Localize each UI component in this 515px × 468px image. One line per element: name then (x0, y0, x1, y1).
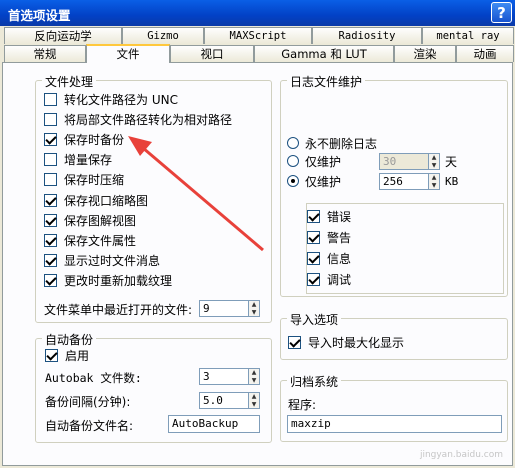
tab-files[interactable]: 文件 (86, 44, 170, 63)
arrow-shaft (142, 146, 264, 252)
annotation-arrow (128, 136, 264, 252)
